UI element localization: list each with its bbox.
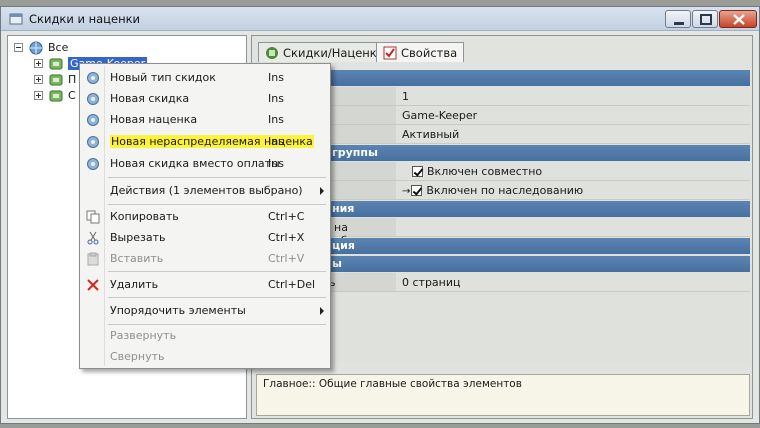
menu-item-shortcut: Ins (268, 92, 284, 105)
expand-toggle[interactable] (34, 59, 43, 68)
tree-root-label: Все (48, 41, 69, 54)
menu-item-label: Действия (1 элементов выбрано) (110, 184, 303, 197)
context-menu: Новый тип скидок Ins Новая скидка Ins Но… (79, 63, 331, 369)
menu-item-collapse[interactable]: Свернуть (82, 347, 328, 367)
menu-item-shortcut: Ctrl+C (268, 210, 305, 223)
checkbox-checked[interactable] (412, 166, 423, 177)
title-bar[interactable]: Скидки и наценки (1, 7, 759, 31)
menu-item-new-discount-instead-of-payment[interactable]: Новая скидка вместо оплаты Ins (82, 154, 328, 174)
collapse-toggle[interactable] (14, 43, 23, 52)
discounts-window: Скидки и наценки Все Game-Keeper (0, 6, 760, 424)
paste-icon (87, 252, 99, 266)
delete-icon (87, 279, 99, 291)
menu-item-label: Развернуть (110, 329, 177, 342)
menu-item-shortcut: Ins (268, 113, 284, 126)
tab-strip: Скидки/Наценки Свойства (252, 36, 752, 62)
maximize-icon (700, 14, 712, 25)
menu-separator (108, 324, 326, 325)
maximize-button[interactable] (692, 10, 718, 28)
scissors-icon (87, 231, 99, 245)
description-panel: Главное:: Общие главные свойства элемент… (256, 374, 750, 416)
checkbox-label: Включен совместно (427, 165, 543, 178)
menu-item-label: Новая скидка (110, 92, 190, 105)
menu-item-actions[interactable]: Действия (1 элементов выбрано) (82, 181, 328, 201)
category-label: группы (332, 146, 378, 159)
menu-item-shortcut: Ins (268, 71, 284, 84)
property-value: Активный (402, 128, 460, 141)
folder-globe-icon (29, 41, 43, 55)
category-label: ы (332, 257, 342, 270)
category-label: ния (332, 202, 355, 215)
menu-item-label: Удалить (110, 278, 159, 291)
discount-group-icon (49, 74, 63, 86)
new-item-icon (87, 72, 99, 84)
menu-item-shortcut: Ins (268, 157, 284, 170)
menu-item-label: Вырезать (110, 231, 166, 244)
new-item-icon (87, 93, 99, 105)
discount-group-icon (49, 90, 63, 102)
menu-item-new-discount-type[interactable]: Новый тип скидок Ins (82, 68, 328, 88)
tab-label: Скидки/Наценки (283, 46, 385, 60)
menu-separator (108, 204, 326, 205)
menu-item-expand[interactable]: Развернуть (82, 326, 328, 346)
discounts-icon (266, 47, 278, 59)
new-item-icon (87, 158, 99, 170)
menu-item-copy[interactable]: Копировать Ctrl+C (82, 207, 328, 227)
menu-item-arrange[interactable]: Упорядочить элементы (82, 301, 328, 321)
minimize-icon (674, 22, 684, 25)
menu-separator (108, 271, 326, 272)
property-value: 1 (402, 90, 409, 103)
category-label: ция (332, 239, 355, 252)
menu-item-label: Новая наценка (110, 113, 198, 126)
menu-item-label: Копировать (110, 210, 179, 223)
tree-item-label: П (68, 73, 77, 86)
menu-item-shortcut: Ctrl+V (268, 252, 305, 265)
new-item-icon (87, 114, 99, 126)
menu-item-label: Вставить (110, 252, 164, 265)
menu-item-new-markup[interactable]: Новая наценка Ins (82, 110, 328, 130)
menu-item-label: Новый тип скидок (110, 71, 216, 84)
property-value (398, 218, 406, 236)
close-button[interactable] (719, 10, 757, 28)
menu-item-shortcut: Ctrl+Del (268, 278, 316, 291)
discount-group-icon (49, 58, 63, 70)
new-item-icon (87, 136, 99, 148)
checkbox-label: Включен по наследованию (426, 184, 584, 197)
submenu-arrow-icon (320, 187, 324, 195)
property-value: Включен совместно (408, 162, 546, 180)
menu-separator (108, 297, 326, 298)
tab-label: Свойства (401, 46, 458, 60)
menu-item-shortcut: Ins (268, 135, 284, 148)
expand-toggle[interactable] (34, 75, 43, 84)
window-title: Скидки и наценки (29, 12, 141, 26)
close-icon (733, 14, 745, 25)
copy-icon (86, 210, 100, 224)
menu-separator (108, 177, 326, 178)
submenu-arrow-icon (320, 307, 324, 315)
menu-item-shortcut: Ctrl+X (268, 231, 305, 244)
menu-item-paste[interactable]: Вставить Ctrl+V (82, 249, 328, 269)
menu-item-label: Новая скидка вместо оплаты (110, 157, 280, 170)
checkbox-checked[interactable] (411, 185, 423, 196)
menu-item-new-nondistributed-markup[interactable]: Новая нераспределяемая наценка Ins (82, 132, 328, 152)
menu-item-label: Свернуть (110, 350, 165, 363)
minimize-button[interactable] (665, 10, 691, 28)
properties-icon (383, 46, 397, 60)
tab-properties[interactable]: Свойства (376, 42, 465, 62)
property-value: → Включен по наследованию (398, 181, 587, 199)
tree-item-label: С (68, 89, 76, 102)
menu-item-label: Упорядочить элементы (110, 304, 246, 317)
expand-toggle[interactable] (34, 91, 43, 100)
property-value: Game-Keeper (402, 109, 478, 122)
app-icon (9, 13, 23, 25)
menu-item-new-discount[interactable]: Новая скидка Ins (82, 89, 328, 109)
inherit-arrow-icon: → (402, 186, 411, 197)
tab-discounts[interactable]: Скидки/Наценки (258, 42, 392, 62)
menu-item-delete[interactable]: Удалить Ctrl+Del (82, 275, 328, 295)
menu-item-cut[interactable]: Вырезать Ctrl+X (82, 228, 328, 248)
property-value: 0 страниц (402, 276, 461, 289)
